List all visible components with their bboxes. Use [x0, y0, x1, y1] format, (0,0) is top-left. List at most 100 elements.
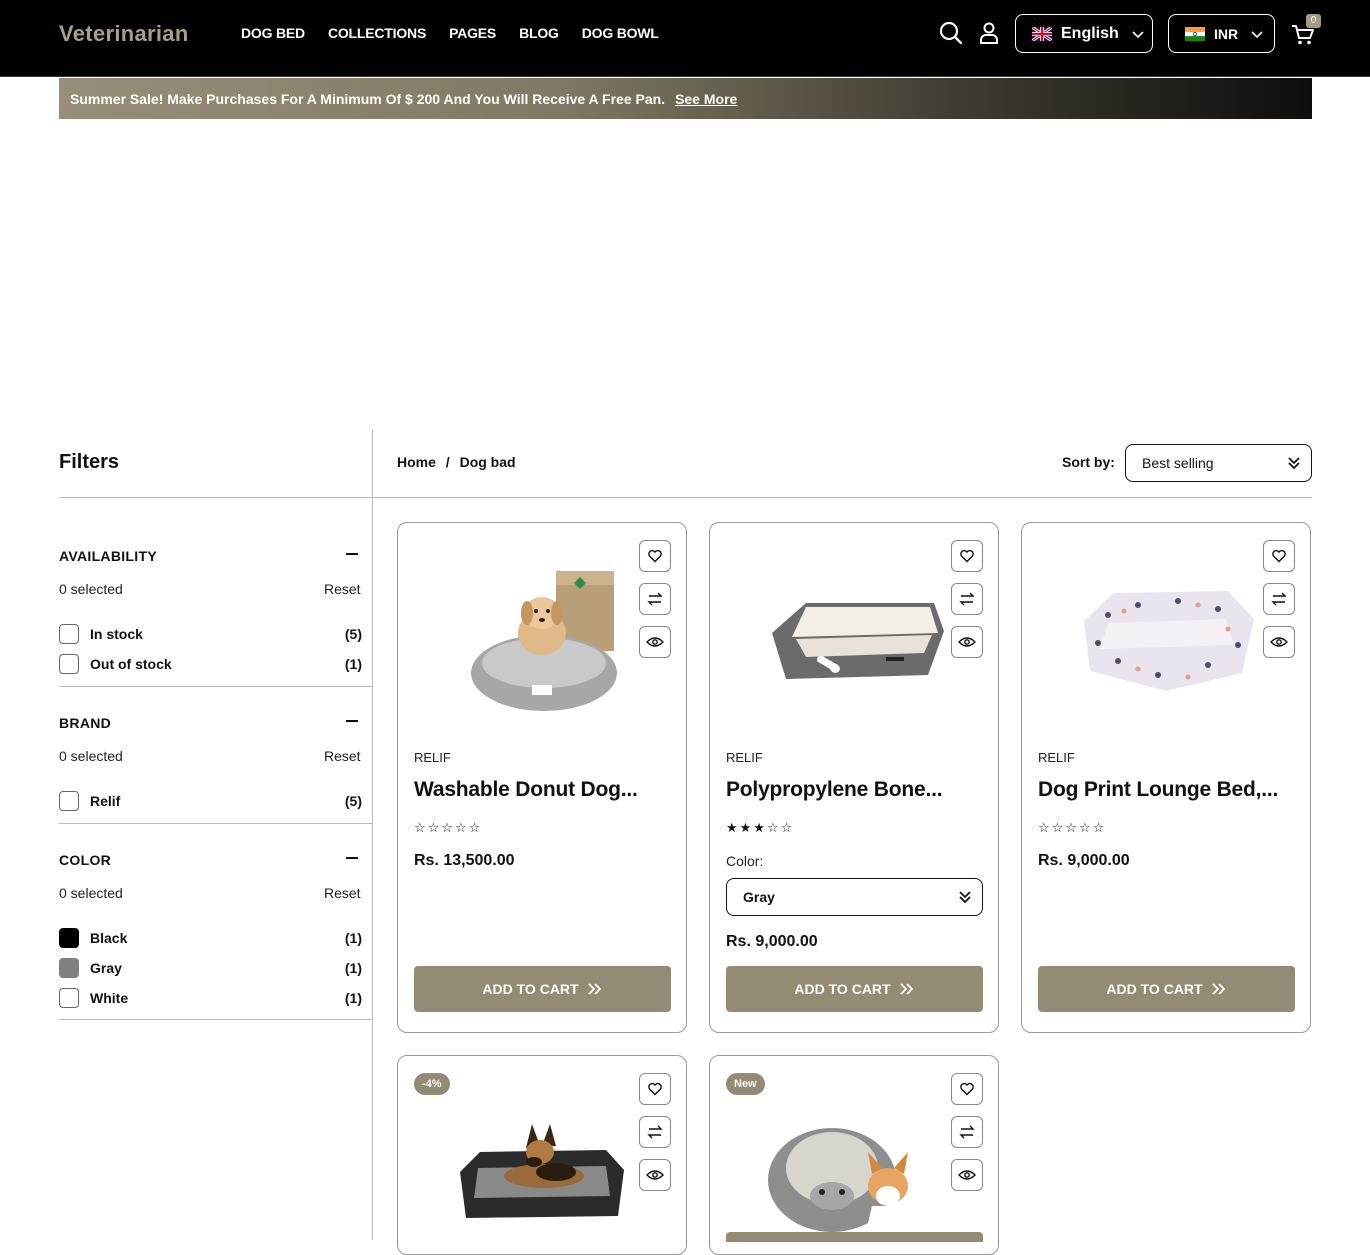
collapse-icon[interactable] — [346, 720, 358, 722]
collapse-icon[interactable] — [346, 857, 358, 859]
filter-divider — [59, 823, 372, 824]
new-badge: New — [726, 1073, 765, 1095]
account-icon[interactable] — [976, 20, 1002, 46]
double-chevron-down-icon — [1288, 457, 1300, 470]
add-to-cart-button[interactable]: ADD TO CART — [1038, 966, 1295, 1012]
filter-option-relif[interactable]: Relif (5) — [59, 790, 362, 812]
filter-option-label: Relif — [90, 793, 121, 809]
add-to-cart-label: ADD TO CART — [482, 981, 579, 997]
product-image[interactable] — [464, 563, 624, 713]
filter-availability-title[interactable]: AVAILABILITY — [59, 548, 157, 564]
compare-arrows-icon — [647, 1125, 663, 1139]
product-card[interactable]: RELIF Washable Donut Dog... ☆☆☆☆☆ Rs. 13… — [397, 522, 687, 1033]
product-image[interactable] — [760, 1126, 940, 1232]
filter-brand-title[interactable]: BRAND — [59, 715, 111, 731]
compare-arrows-icon — [1271, 592, 1287, 606]
nav-item-dog-bed[interactable]: DOG BED — [241, 25, 305, 41]
filter-color-selected: 0 selected — [59, 885, 123, 901]
product-card[interactable]: RELIF Polypropylene Bone... ★★★☆☆ Color:… — [709, 522, 999, 1033]
language-selector[interactable]: English — [1015, 14, 1153, 53]
heart-icon — [960, 1082, 974, 1096]
breadcrumb-home[interactable]: Home — [397, 454, 436, 470]
add-to-cart-button[interactable] — [726, 1232, 983, 1242]
product-image[interactable] — [1078, 585, 1256, 695]
add-to-cart-button[interactable]: ADD TO CART — [414, 966, 671, 1012]
product-title[interactable]: Dog Print Lounge Bed,... — [1038, 778, 1298, 802]
breadcrumb-separator: / — [445, 454, 450, 470]
product-image[interactable] — [766, 593, 946, 688]
checkbox[interactable] — [59, 791, 79, 811]
filter-color-title[interactable]: COLOR — [59, 852, 111, 868]
compare-button[interactable] — [951, 583, 983, 615]
product-title[interactable]: Washable Donut Dog... — [414, 778, 674, 802]
checkbox[interactable] — [59, 654, 79, 674]
hero-background — [0, 78, 1370, 429]
compare-button[interactable] — [639, 1116, 671, 1148]
wishlist-button[interactable] — [951, 1073, 983, 1105]
currency-selector[interactable]: INR — [1168, 14, 1275, 53]
filter-color-reset[interactable]: Reset — [324, 885, 361, 901]
quick-view-button[interactable] — [639, 1159, 671, 1191]
arrow-left-icon: ← — [59, 194, 95, 230]
double-chevron-right-icon — [899, 983, 913, 995]
toolbar-divider — [59, 497, 1312, 498]
breadcrumb-current: Dog bad — [459, 454, 516, 470]
filter-availability-reset[interactable]: Reset — [324, 581, 361, 597]
compare-button[interactable] — [639, 583, 671, 615]
compare-button[interactable] — [1263, 583, 1295, 615]
filter-option-count: (1) — [344, 960, 362, 976]
filter-option-count: (1) — [344, 656, 362, 672]
compare-button[interactable] — [951, 1116, 983, 1148]
add-to-cart-button[interactable]: ADD TO CART — [726, 966, 983, 1012]
collection-description: Dog beds can come in different shapes an… — [59, 334, 646, 350]
wishlist-button[interactable] — [639, 540, 671, 572]
wishlist-button[interactable] — [1263, 540, 1295, 572]
color-swatch-white[interactable] — [59, 988, 79, 1008]
quick-view-button[interactable] — [1263, 626, 1295, 658]
filter-divider — [59, 686, 372, 687]
wishlist-button[interactable] — [951, 540, 983, 572]
product-card[interactable]: RELIF Dog Print Lounge Bed,... ☆☆☆☆☆ Rs.… — [1021, 522, 1311, 1033]
sort-label: Sort by: — [1062, 454, 1115, 470]
product-price: Rs. 9,000.00 — [1038, 852, 1130, 869]
quick-view-button[interactable] — [951, 1159, 983, 1191]
sidebar-divider — [372, 429, 373, 1240]
filter-option-in-stock[interactable]: In stock (5) — [59, 623, 362, 645]
filter-option-label: Gray — [90, 960, 122, 976]
collapse-icon[interactable] — [346, 553, 358, 555]
quick-view-button[interactable] — [639, 626, 671, 658]
see-more-link[interactable]: See More — [675, 91, 737, 107]
product-title[interactable]: Polypropylene Bone... — [726, 778, 986, 802]
product-vendor: RELIF — [414, 750, 451, 765]
sort-select[interactable]: Best selling — [1125, 444, 1312, 482]
color-select[interactable]: Gray — [726, 878, 983, 916]
product-count: (5) — [277, 290, 295, 306]
checkbox[interactable] — [59, 624, 79, 644]
color-swatch-black[interactable] — [59, 928, 79, 948]
nav-item-dog-bowl[interactable]: DOG BOWL — [582, 25, 659, 41]
eye-icon — [646, 1170, 664, 1180]
nav-item-blog[interactable]: BLOG — [519, 25, 559, 41]
search-icon[interactable] — [938, 20, 964, 46]
color-swatch-gray[interactable] — [59, 958, 79, 978]
wishlist-button[interactable] — [639, 1073, 671, 1105]
filter-option-count: (5) — [344, 793, 362, 809]
color-label: Color: — [726, 853, 764, 869]
filter-option-black[interactable]: Black (1) — [59, 927, 362, 949]
site-logo[interactable]: Veterinarian — [59, 21, 189, 47]
nav-item-pages[interactable]: PAGES — [449, 25, 496, 41]
quick-view-button[interactable] — [951, 626, 983, 658]
eye-icon — [958, 637, 976, 647]
filter-option-gray[interactable]: Gray (1) — [59, 957, 362, 979]
nav-item-collections[interactable]: COLLECTIONS — [328, 25, 426, 41]
filter-brand-selected: 0 selected — [59, 748, 123, 764]
compare-arrows-icon — [959, 1125, 975, 1139]
filter-option-out-of-stock[interactable]: Out of stock (1) — [59, 653, 362, 675]
product-card[interactable]: New — [709, 1055, 999, 1255]
back-to-home-link[interactable]: ← Back to home — [59, 194, 198, 230]
filter-brand-reset[interactable]: Reset — [324, 748, 361, 764]
product-card[interactable]: -4% — [397, 1055, 687, 1255]
product-image[interactable] — [456, 1118, 626, 1228]
chevron-down-icon — [1251, 30, 1263, 38]
filter-option-white[interactable]: White (1) — [59, 987, 362, 1009]
